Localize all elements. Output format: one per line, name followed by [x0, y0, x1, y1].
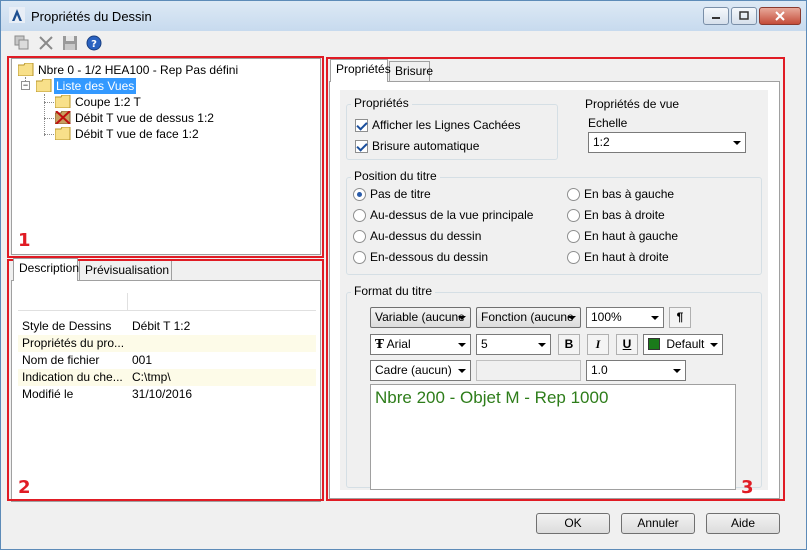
- minimize-icon: [712, 17, 720, 19]
- close-icon: [775, 11, 785, 21]
- help-button[interactable]: Aide: [706, 513, 780, 534]
- maximize-icon: [739, 11, 749, 20]
- copy-icon[interactable]: [13, 34, 31, 52]
- save-icon[interactable]: [61, 34, 79, 52]
- maximize-button[interactable]: [731, 7, 757, 25]
- annotation-label-1: 1: [18, 230, 31, 251]
- cancel-button[interactable]: Annuler: [621, 513, 695, 534]
- delete-icon[interactable]: [37, 34, 55, 52]
- window-title: Propriétés du Dessin: [31, 9, 152, 24]
- close-button[interactable]: [759, 7, 801, 25]
- annotation-label-3: 3: [741, 477, 754, 498]
- tab-description[interactable]: Description: [13, 258, 79, 281]
- ok-button[interactable]: OK: [536, 513, 610, 534]
- annotation-box-2: [7, 259, 324, 501]
- svg-text:?: ?: [91, 39, 97, 50]
- title-bar: Propriétés du Dessin: [1, 1, 806, 31]
- annotation-box-3: [326, 57, 785, 501]
- annotation-box-1: [7, 56, 324, 258]
- tab-properties[interactable]: Propriétés: [330, 59, 391, 82]
- properties-dialog: Propriétés du Dessin ? Nbre 0 - 1/2 HEA1…: [0, 0, 807, 550]
- annotation-label-2: 2: [18, 477, 31, 498]
- help-icon[interactable]: ?: [85, 34, 103, 52]
- minimize-button[interactable]: [703, 7, 729, 25]
- app-logo-icon: [9, 7, 25, 23]
